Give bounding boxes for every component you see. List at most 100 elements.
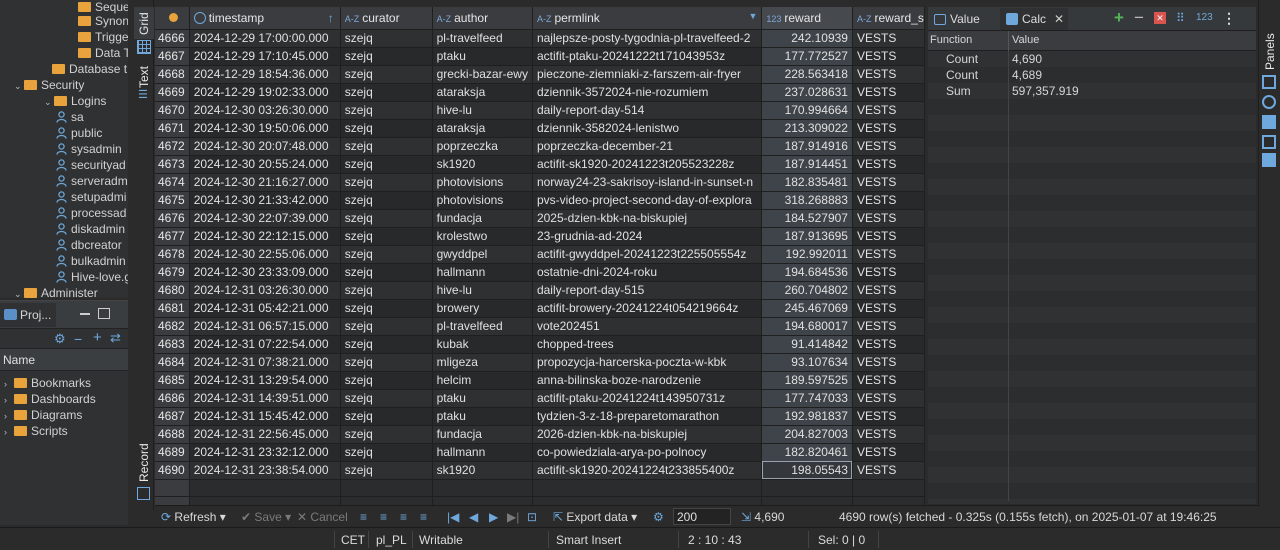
add-function-icon[interactable]: + <box>1114 8 1124 28</box>
tree-item[interactable]: dbcreator <box>56 237 122 253</box>
table-row[interactable]: 4688 2024-12-31 22:56:45.000 szejq fundacja… <box>155 425 925 444</box>
permlink-cell[interactable]: actifit-gwyddpel-20241223t225505554z <box>532 245 763 264</box>
last-page-icon[interactable]: ▶| <box>507 509 519 525</box>
author-cell[interactable]: poprzeczka <box>432 137 533 156</box>
reward-symbol-cell[interactable]: VESTS <box>852 101 925 120</box>
permlink-cell[interactable]: 23-grudnia-ad-2024 <box>532 227 763 246</box>
table-row[interactable]: 4679 2024-12-30 23:33:09.000 szejq hallmann… <box>155 263 925 282</box>
column-header-reward[interactable]: 123 reward <box>761 7 853 30</box>
timestamp-cell[interactable]: 2024-12-30 22:12:15.000 <box>189 227 341 246</box>
curator-cell[interactable]: szejq <box>340 191 433 210</box>
curator-cell[interactable]: szejq <box>340 209 433 228</box>
tree-item[interactable]: Hive-love.g <box>56 269 128 285</box>
table-row[interactable]: 4689 2024-12-31 23:32:12.000 szejq hallmann… <box>155 443 925 462</box>
author-cell[interactable]: hive-lu <box>432 101 533 120</box>
project-item[interactable]: › Dashboards <box>4 391 96 407</box>
reward-symbol-cell[interactable]: VESTS <box>852 191 925 210</box>
column-header-permlink[interactable]: A-Z permlink ▼ <box>532 7 763 30</box>
row-number[interactable]: 4687 <box>155 407 190 426</box>
reward-cell[interactable]: 187.914451 <box>761 155 853 174</box>
timestamp-cell[interactable]: 2024-12-31 05:42:21.000 <box>189 299 341 318</box>
tree-item[interactable]: Database t <box>52 61 127 77</box>
collapse-icon[interactable]: − <box>74 332 82 346</box>
tab-text[interactable]: Text <box>134 60 154 90</box>
reward-symbol-cell[interactable]: VESTS <box>852 209 925 228</box>
curator-cell[interactable]: szejq <box>340 407 433 426</box>
column-header-reward-symbol[interactable]: A-Z reward_s <box>852 7 925 30</box>
timestamp-cell[interactable]: 2024-12-30 21:16:27.000 <box>189 173 341 192</box>
table-row[interactable]: 4671 2024-12-30 19:50:06.000 szejq ataraksj… <box>155 119 925 138</box>
tree-item[interactable]: bulkadmin <box>56 253 126 269</box>
permlink-cell[interactable]: 2025-dzien-kbk-na-biskupiej <box>532 209 763 228</box>
reward-cell[interactable]: 192.992011 <box>761 245 853 264</box>
fetch-size-input[interactable] <box>673 508 731 525</box>
permlink-cell[interactable]: tydzien-3-z-18-preparetomarathon <box>532 407 763 426</box>
reward-symbol-cell[interactable]: VESTS <box>852 83 925 102</box>
permlink-cell[interactable]: actifit-ptaku-20241224t143950731z <box>532 389 763 408</box>
reward-cell[interactable]: 177.747033 <box>761 389 853 408</box>
reward-cell[interactable]: 187.914916 <box>761 137 853 156</box>
permlink-cell[interactable]: pvs-video-project-second-day-of-explora <box>532 191 763 210</box>
reward-cell[interactable]: 213.309022 <box>761 119 853 138</box>
permlink-cell[interactable]: najlepsze-posty-tygodnia-pl-travelfeed-2 <box>532 29 763 48</box>
row-number[interactable]: 4675 <box>155 191 190 210</box>
permlink-cell[interactable]: ostatnie-dni-2024-roku <box>532 263 763 282</box>
row-number[interactable]: 4666 <box>155 29 190 48</box>
author-cell[interactable]: grecki-bazar-ewy <box>432 65 533 84</box>
tree-item[interactable]: Trigge <box>78 29 128 45</box>
fetch-all-icon[interactable]: ⊡ <box>527 509 537 525</box>
tab-value[interactable]: Value <box>928 8 998 30</box>
table-row[interactable]: 4676 2024-12-30 22:07:39.000 szejq fundacja… <box>155 209 925 228</box>
author-cell[interactable]: ptaku <box>432 389 533 408</box>
tab-calc[interactable]: Calc ✕ <box>1000 8 1068 30</box>
tree-item[interactable]: public <box>56 125 102 141</box>
reward-symbol-cell[interactable]: VESTS <box>852 353 925 372</box>
table-row[interactable]: 4677 2024-12-30 22:12:15.000 szejq krolestw… <box>155 227 925 246</box>
tree-item[interactable]: securityad <box>56 157 126 173</box>
timestamp-cell[interactable]: 2024-12-29 18:54:36.000 <box>189 65 341 84</box>
column-header-author[interactable]: A-Z author <box>432 7 533 30</box>
grid-panel-icon[interactable] <box>1262 115 1276 129</box>
expand-arrow-icon[interactable]: ⌄ <box>14 286 24 298</box>
permlink-cell[interactable]: anna-bilinska-boze-narodzenie <box>532 371 763 390</box>
row-number[interactable]: 4682 <box>155 317 190 336</box>
table-row[interactable]: 4678 2024-12-30 22:55:06.000 szejq gwyddpel… <box>155 245 925 264</box>
permlink-cell[interactable]: daily-report-day-514 <box>532 101 763 120</box>
more-menu-icon[interactable]: ⋮ <box>1222 10 1236 27</box>
table-row[interactable]: 4687 2024-12-31 15:45:42.000 szejq ptaku tyd… <box>155 407 925 426</box>
row-number[interactable]: 4686 <box>155 389 190 408</box>
author-cell[interactable]: hive-lu <box>432 281 533 300</box>
delete-row-icon[interactable]: ≡ <box>420 509 427 525</box>
settings-gear-icon[interactable]: ⚙ <box>54 332 66 346</box>
reward-cell[interactable]: 192.981837 <box>761 407 853 426</box>
row-number-header[interactable] <box>155 7 190 30</box>
group-by-icon[interactable]: ⠿ <box>1176 11 1185 25</box>
permlink-cell[interactable]: dziennik-3572024-nie-rozumiem <box>532 83 763 102</box>
table-row[interactable]: 4669 2024-12-29 19:02:33.000 szejq ataraksj… <box>155 83 925 102</box>
table-row[interactable]: 4666 2024-12-29 17:00:00.000 szejq pl-trave… <box>155 29 925 48</box>
reward-cell[interactable]: 184.527907 <box>761 209 853 228</box>
table-row[interactable]: 4685 2024-12-31 13:29:54.000 szejq helcim an… <box>155 371 925 390</box>
reward-cell[interactable]: 242.10939 <box>761 29 853 48</box>
author-cell[interactable]: helcim <box>432 371 533 390</box>
author-cell[interactable]: hallmann <box>432 263 533 282</box>
number-format-icon[interactable]: 123 <box>1196 12 1213 23</box>
reward-symbol-cell[interactable]: VESTS <box>852 317 925 336</box>
tree-item[interactable]: ⌄ Security <box>14 77 84 93</box>
first-page-icon[interactable]: |◀ <box>447 509 459 525</box>
timestamp-cell[interactable]: 2024-12-30 21:33:42.000 <box>189 191 341 210</box>
tree-item[interactable]: ⌄ Logins <box>44 93 106 109</box>
project-item[interactable]: › Scripts <box>4 423 68 439</box>
tab-record[interactable]: Record <box>134 440 154 485</box>
permlink-cell[interactable]: propozycja-harcerska-poczta-w-kbk <box>532 353 763 372</box>
minimize-icon[interactable] <box>80 313 90 315</box>
row-number[interactable]: 4672 <box>155 137 190 156</box>
timezone-status[interactable]: CET <box>341 532 365 548</box>
timestamp-cell[interactable]: 2024-12-30 22:55:06.000 <box>189 245 341 264</box>
permlink-cell[interactable]: actifit-sk1920-20241224t233855400z <box>532 461 763 480</box>
expand-arrow-icon[interactable]: ⌄ <box>44 94 54 110</box>
copy-row-icon[interactable]: ≡ <box>400 509 407 525</box>
reward-cell[interactable]: 91.414842 <box>761 335 853 354</box>
reward-symbol-cell[interactable]: VESTS <box>852 245 925 264</box>
table-row[interactable]: 4673 2024-12-30 20:55:24.000 szejq sk1920 ac… <box>155 155 925 174</box>
